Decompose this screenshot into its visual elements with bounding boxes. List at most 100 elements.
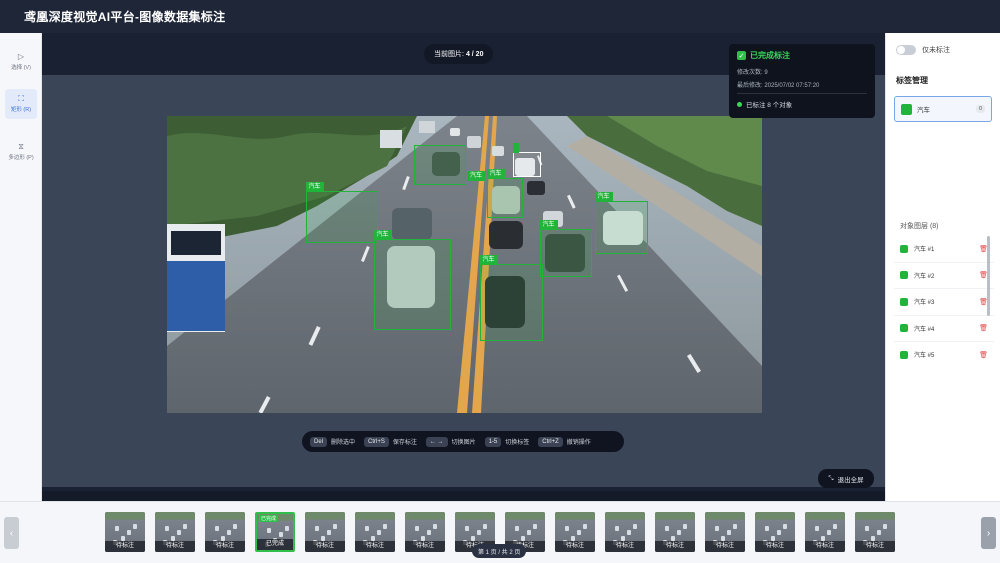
thumbnail-car bbox=[177, 530, 181, 535]
chevron-left-icon: ‹ bbox=[9, 527, 14, 539]
layer-scrollbar[interactable] bbox=[987, 236, 990, 316]
polygon-icon: ⧖ bbox=[18, 142, 24, 151]
thumbnail-car bbox=[783, 524, 787, 529]
annotation-label: 汽车 bbox=[305, 182, 324, 192]
thumbnail-status: 待标注 bbox=[405, 541, 445, 552]
shortcut-key: ← → bbox=[425, 436, 448, 447]
annotation-box[interactable]: 汽车 bbox=[486, 169, 523, 218]
thumbnail-status: 待标注 bbox=[355, 541, 395, 552]
annotation-box[interactable]: 汽车 bbox=[373, 230, 451, 330]
shortcut-bar: Del 删除选中 Ctrl+S 保存标注 ← → 切换图片 1-5 切换标签 C… bbox=[302, 431, 624, 452]
unannotated-only-toggle-row: 仅未标注 bbox=[896, 45, 950, 55]
thumbnail[interactable]: 待标注 bbox=[305, 512, 345, 552]
done-badge: 已完成 bbox=[259, 515, 279, 522]
annotation-box[interactable]: 汽车 bbox=[594, 192, 648, 254]
status-title-row: ✓ 已完成标注 bbox=[737, 50, 867, 61]
annotation-label: 汽车 bbox=[467, 171, 486, 181]
thumbnail-car bbox=[333, 524, 337, 529]
thumbnail-car bbox=[615, 526, 619, 531]
rectangle-tool-button[interactable]: ⛶ 矩形 (R) bbox=[5, 89, 37, 119]
thumbnail-status: 待标注 bbox=[755, 541, 795, 552]
annotation-box[interactable]: 汽车 bbox=[539, 220, 592, 277]
toggle-knob bbox=[897, 46, 905, 54]
layer-item[interactable]: 汽车 #5 🗑 bbox=[894, 342, 994, 366]
layer-item[interactable]: 汽车 #4 🗑 bbox=[894, 316, 994, 342]
tool-label: 多边形 (P) bbox=[8, 155, 34, 161]
layers-title: 对象图层 (8) bbox=[900, 223, 939, 230]
thumbnail-car bbox=[365, 526, 369, 531]
thumbnail-car bbox=[127, 530, 131, 535]
annotation-box[interactable]: 汽车 bbox=[414, 145, 486, 185]
thumbnail-car bbox=[877, 530, 881, 535]
thumbnail-car bbox=[715, 526, 719, 531]
shortcut-key: Ctrl+S bbox=[364, 436, 389, 447]
app-title: 鸢凰深度视觉AI平台-图像数据集标注 bbox=[24, 10, 226, 24]
status-dot-icon bbox=[737, 101, 742, 107]
layer-item[interactable]: 汽车 #2 🗑 bbox=[894, 263, 994, 289]
thumbnail[interactable]: 待标注 bbox=[755, 512, 795, 552]
chevron-right-icon: › bbox=[986, 527, 991, 539]
thumbnail[interactable]: 待标注 bbox=[705, 512, 745, 552]
thumbnail[interactable]: 已完成 已完成 bbox=[255, 512, 295, 552]
last-modified: 最后修改: 2025/07/02 07:57:20 bbox=[737, 83, 820, 89]
thumbnail-car bbox=[765, 526, 769, 531]
thumbnail[interactable]: 待标注 bbox=[355, 512, 395, 552]
thumbnail-car bbox=[883, 524, 887, 529]
thumbnail[interactable]: 待标注 bbox=[605, 512, 645, 552]
image-counter-value: 4 / 20 bbox=[465, 50, 484, 58]
thumbnail-car bbox=[727, 530, 731, 535]
layer-name: 汽车 #4 bbox=[914, 326, 935, 333]
thumbnail[interactable]: 待标注 bbox=[405, 512, 445, 552]
thumbnail-car bbox=[633, 524, 637, 529]
layer-item[interactable]: 汽车 #3 🗑 bbox=[894, 289, 994, 316]
annotated-count: 已标注 8 个对象 bbox=[746, 102, 793, 109]
next-page-button[interactable]: › bbox=[981, 517, 996, 549]
thumbnail-status: 待标注 bbox=[105, 541, 145, 552]
prev-page-button[interactable]: ‹ bbox=[4, 517, 19, 549]
annotation-label bbox=[512, 143, 519, 153]
trash-icon[interactable]: 🗑 bbox=[979, 324, 988, 332]
unannotated-only-toggle[interactable] bbox=[896, 45, 916, 55]
thumbnail-car bbox=[215, 526, 219, 531]
thumbnail[interactable]: 待标注 bbox=[805, 512, 845, 552]
select-tool-button[interactable]: ▷ 选择 (V) bbox=[5, 47, 37, 77]
selected-annotation-box[interactable] bbox=[512, 143, 541, 177]
app-header: 鸢凰深度视觉AI平台-图像数据集标注 bbox=[0, 0, 1000, 33]
check-icon: ✓ bbox=[737, 51, 746, 60]
image-canvas[interactable]: 汽车 汽车 汽车 汽车 汽车 汽车 汽车 bbox=[167, 116, 762, 413]
tag-item-car[interactable]: 汽车 0 bbox=[894, 96, 992, 122]
thumbnail-car bbox=[233, 524, 237, 529]
thumbnail-car bbox=[165, 526, 169, 531]
thumbnail[interactable]: 待标注 bbox=[155, 512, 195, 552]
right-sidebar: 仅未标注 标签管理 汽车 0 对象图层 (8) 汽车 #1 🗑 汽车 #2 🗑 … bbox=[885, 33, 1000, 501]
thumbnail[interactable]: 待标注 bbox=[555, 512, 595, 552]
exit-fullscreen-button[interactable]: ⤡ 退出全屏 bbox=[818, 469, 874, 488]
layer-item[interactable]: 汽车 #1 🗑 bbox=[894, 236, 994, 263]
thumbnail-car bbox=[583, 524, 587, 529]
thumbnail-car bbox=[515, 526, 519, 531]
thumbnail[interactable]: 待标注 bbox=[655, 512, 695, 552]
trash-icon[interactable]: 🗑 bbox=[979, 351, 988, 359]
tag-color-swatch bbox=[901, 103, 912, 115]
layer-color-swatch bbox=[900, 271, 908, 280]
image-counter-label: 当前图片: bbox=[434, 51, 464, 58]
thumbnail-car bbox=[427, 530, 431, 535]
thumbnail-car bbox=[827, 530, 831, 535]
thumbnail-status: 已完成 bbox=[257, 539, 293, 550]
thumbnail[interactable]: 待标注 bbox=[205, 512, 245, 552]
thumbnail-car bbox=[183, 524, 187, 529]
annotation-label: 汽车 bbox=[486, 169, 505, 179]
polygon-tool-button[interactable]: ⧖ 多边形 (P) bbox=[5, 137, 37, 167]
thumbnail[interactable]: 待标注 bbox=[855, 512, 895, 552]
annotation-box[interactable]: 汽车 bbox=[479, 255, 543, 341]
thumbnail-status: 待标注 bbox=[655, 541, 695, 552]
status-title: 已完成标注 bbox=[750, 51, 790, 60]
thumbnail-car bbox=[533, 524, 537, 529]
thumbnail-car bbox=[315, 526, 319, 531]
thumbnail[interactable]: 待标注 bbox=[105, 512, 145, 552]
annotated-count-row: 已标注 8 个对象 bbox=[737, 99, 867, 109]
layer-color-swatch bbox=[900, 324, 908, 333]
thumbnail-car bbox=[833, 524, 837, 529]
layer-color-swatch bbox=[900, 350, 908, 359]
annotation-box[interactable]: 汽车 bbox=[305, 182, 378, 243]
